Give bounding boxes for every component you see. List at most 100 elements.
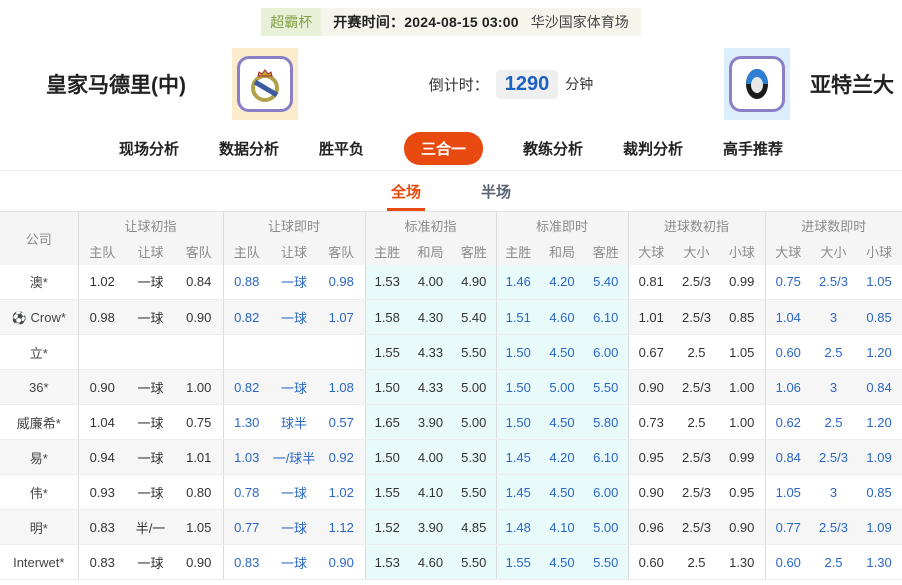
odds-cell: 0.98 — [318, 264, 365, 300]
countdown-value: 1290 — [495, 69, 559, 99]
subtab-半场[interactable]: 半场 — [477, 173, 515, 211]
odds-cell: 0.90 — [175, 299, 223, 335]
odds-cell: 1.50 — [364, 369, 409, 405]
odds-cell: 1.45 — [495, 474, 540, 510]
odds-cell: 1.20 — [856, 404, 902, 440]
odds-cell: 1.53 — [364, 544, 409, 580]
company-cell[interactable]: 威廉希* — [0, 404, 78, 440]
odds-cell: 5.80 — [584, 404, 628, 440]
odds-cell: 1.48 — [495, 509, 540, 545]
odds-cell: 5.00 — [540, 369, 584, 405]
company-cell[interactable]: 立* — [0, 334, 78, 370]
odds-cell: 4.85 — [452, 509, 496, 545]
tab-教练分析[interactable]: 教练分析 — [523, 138, 583, 159]
odds-cell: 1.05 — [719, 334, 766, 370]
odds-cell: 5.50 — [452, 544, 496, 580]
subtab-全场[interactable]: 全场 — [386, 173, 425, 211]
group-header: 让球初指 — [77, 211, 223, 239]
odds-cell: 1.50 — [495, 334, 540, 370]
odds-cell: 一球 — [270, 544, 318, 580]
away-team-name: 亚特兰大 — [810, 74, 894, 97]
odds-cell: 1.55 — [495, 544, 540, 580]
odds-cell: 0.67 — [627, 334, 674, 370]
odds-cell: 0.85 — [719, 299, 766, 335]
company-cell[interactable]: 36* — [0, 369, 78, 405]
odds-cell: 0.82 — [222, 369, 270, 405]
odds-cell: 3.90 — [409, 509, 452, 545]
odds-cell: 2.5 — [674, 404, 719, 440]
odds-cell: 1.51 — [495, 299, 540, 335]
company-cell[interactable]: 易* — [0, 439, 78, 475]
tab-胜平负[interactable]: 胜平负 — [319, 138, 364, 159]
odds-cell: 6.00 — [584, 474, 628, 510]
tab-现场分析[interactable]: 现场分析 — [119, 138, 179, 159]
tab-三合一[interactable]: 三合一 — [403, 132, 483, 165]
column-header: 主队 — [77, 238, 126, 265]
group-header: 让球即时 — [222, 211, 365, 239]
scope-subtabs: 全场 半场 — [0, 171, 902, 211]
company-cell[interactable]: 澳* — [0, 264, 78, 300]
odds-cell: 1.30 — [719, 544, 766, 580]
odds-cell: 4.50 — [540, 544, 584, 580]
column-header: 让球 — [126, 238, 175, 265]
odds-cell: 一球 — [270, 299, 318, 335]
tab-高手推荐[interactable]: 高手推荐 — [723, 138, 783, 159]
column-header: 大小 — [811, 238, 857, 265]
odds-cell — [77, 334, 126, 370]
odds-cell: 1.58 — [364, 299, 409, 335]
odds-cell: 4.30 — [409, 299, 452, 335]
odds-cell: 半/一 — [126, 509, 175, 545]
odds-cell: 2.5/3 — [811, 509, 857, 545]
odds-cell: 球半 — [270, 404, 318, 440]
odds-cell: 0.82 — [222, 299, 270, 335]
odds-cell: 1.65 — [364, 404, 409, 440]
odds-cell: 5.50 — [452, 334, 496, 370]
odds-cell: 5.30 — [452, 439, 496, 475]
odds-cell: 1.09 — [856, 509, 902, 545]
away-crest-icon — [746, 69, 768, 99]
odds-cell: 3.90 — [409, 404, 452, 440]
company-cell[interactable]: Interwet* — [0, 544, 78, 580]
nav-tabs: 现场分析 数据分析 胜平负 三合一 教练分析 裁判分析 高手推荐 — [0, 127, 902, 171]
odds-cell: 0.90 — [627, 369, 674, 405]
odds-cell: 0.80 — [175, 474, 223, 510]
odds-cell: 1.53 — [364, 264, 409, 300]
column-header: 客胜 — [584, 238, 628, 265]
company-cell[interactable]: 伟* — [0, 474, 78, 510]
odds-cell: 5.50 — [584, 544, 628, 580]
odds-cell: 1.04 — [764, 299, 812, 335]
odds-cell: 1.03 — [222, 439, 270, 475]
odds-cell: 1.45 — [495, 439, 540, 475]
odds-cell: 0.96 — [627, 509, 674, 545]
company-cell[interactable]: ⚽ Crow* — [0, 299, 78, 335]
group-header: 标准初指 — [364, 211, 496, 239]
odds-cell: 1.12 — [318, 509, 365, 545]
odds-cell: 5.50 — [584, 369, 628, 405]
odds-cell: 0.99 — [719, 264, 766, 300]
odds-cell: 1.52 — [364, 509, 409, 545]
column-header: 主胜 — [495, 238, 540, 265]
company-cell[interactable]: 明* — [0, 509, 78, 545]
odds-cell: 5.00 — [584, 509, 628, 545]
odds-cell: 一球 — [270, 369, 318, 405]
tab-数据分析[interactable]: 数据分析 — [219, 138, 279, 159]
venue-name: 华沙国家体育场 — [530, 14, 629, 30]
odds-cell: 1.08 — [318, 369, 365, 405]
table-row: Interwet* 0.83 一球 0.90 0.83 一球 0.90 1.53 4.60 5.5… — [0, 544, 902, 580]
odds-cell: 0.85 — [856, 474, 902, 510]
odds-cell: 一/球半 — [270, 439, 318, 475]
odds-cell: 2.5/3 — [674, 509, 719, 545]
column-header: 让球 — [270, 238, 318, 265]
odds-cell: 6.10 — [584, 299, 628, 335]
odds-cell: 0.77 — [764, 509, 812, 545]
odds-cell: 1.30 — [222, 404, 270, 440]
tab-裁判分析[interactable]: 裁判分析 — [623, 138, 683, 159]
odds-cell: 2.5/3 — [674, 299, 719, 335]
odds-cell: 0.90 — [175, 544, 223, 580]
odds-cell: 2.5 — [811, 544, 857, 580]
table-row: 立* 1.55 4.33 5.50 1.50 4.50 6.00 0.67 2.5 1.05 0.6… — [0, 334, 902, 370]
odds-cell: 0.75 — [764, 264, 812, 300]
odds-cell: 1.20 — [856, 334, 902, 370]
odds-cell: 0.94 — [77, 439, 126, 475]
table-row: 澳* 1.02 一球 0.84 0.88 一球 0.98 1.53 4.00 4.90 1.46 4.… — [0, 264, 902, 300]
